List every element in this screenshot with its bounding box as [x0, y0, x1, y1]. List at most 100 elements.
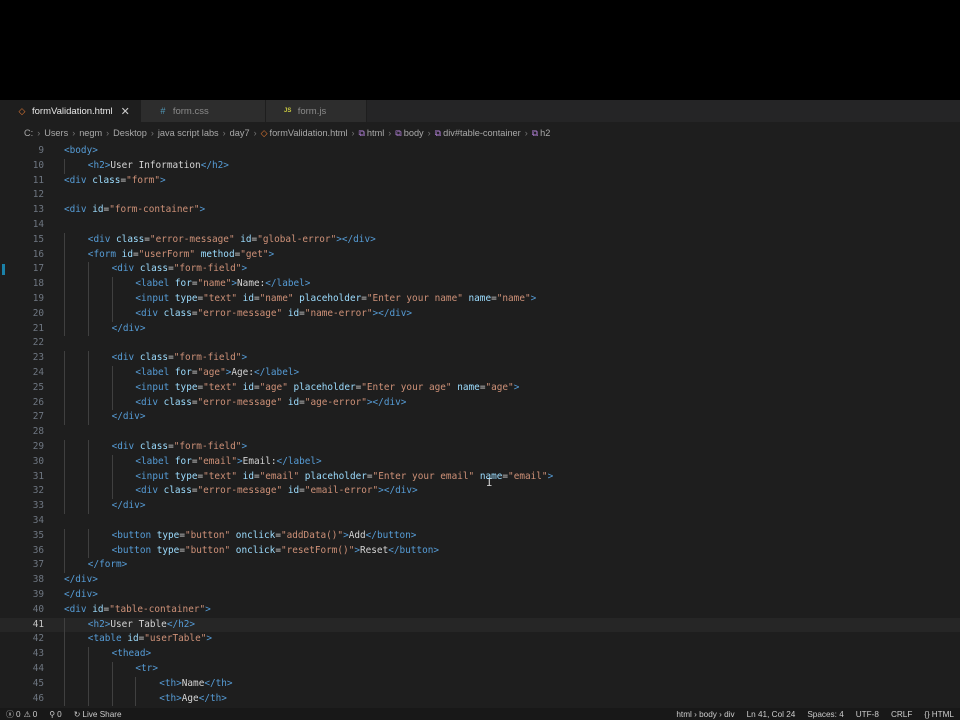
breadcrumb-item[interactable]: ◇ formValidation.html	[261, 128, 348, 139]
code-token: "table-container"	[109, 603, 206, 615]
code-line[interactable]: 26 <div class="error-message" id="age-err…	[0, 395, 960, 411]
code-line[interactable]: 21 </div>	[0, 321, 960, 337]
code-line[interactable]: 37 </form>	[0, 558, 960, 574]
code-line[interactable]: 41 <h2>User Table</h2>	[0, 617, 960, 633]
code-token: "Enter your name"	[366, 293, 463, 304]
indent-guide	[87, 306, 89, 322]
code-token: >	[513, 381, 520, 393]
code-line[interactable]: 40 <div id="table-container">	[0, 603, 960, 618]
breadcrumb-item[interactable]: negm	[79, 128, 102, 138]
encoding[interactable]: UTF-8	[850, 710, 885, 719]
indent-guide	[135, 691, 137, 707]
tab-label: form.css	[172, 105, 209, 117]
breadcrumb-item[interactable]: ⧉ div#table-container	[435, 128, 521, 139]
breadcrumb-item[interactable]: Desktop	[113, 128, 147, 138]
breadcrumb-label: body	[403, 128, 424, 138]
tab-formvalidation-html[interactable]: ◇ formValidation.html ✕	[0, 100, 141, 122]
code-line[interactable]: 38 </div>	[0, 573, 960, 588]
breadcrumb-item[interactable]: C:	[24, 128, 33, 138]
code-token: "name-error"	[304, 307, 373, 319]
line-number: 17	[32, 263, 44, 275]
code-editor[interactable]: I 9 <body> 10 <h2>User Information</h2> 11 <d…	[0, 144, 960, 708]
code-line[interactable]: 11 <div class="form">	[0, 174, 960, 189]
code-line[interactable]: 27 </div>	[0, 410, 960, 426]
code-line[interactable]: 16 <form id="userForm" method="get">	[0, 247, 960, 263]
breadcrumb-item[interactable]: ⧉ html	[358, 128, 384, 139]
close-icon[interactable]: ✕	[121, 105, 130, 118]
code-line[interactable]: 19 <input type="text" id="name" placehold…	[0, 292, 960, 307]
indentation[interactable]: Spaces: 4	[801, 710, 849, 719]
line-number: 21	[32, 322, 44, 334]
line-number: 38	[32, 574, 44, 586]
code-line[interactable]: 29 <div class="form-field">	[0, 440, 960, 455]
code-line[interactable]: 20 <div class="error-message" id="name-er…	[0, 306, 960, 322]
code-token: placeholder	[293, 381, 356, 393]
code-line[interactable]: 30 <label for="email">Email:</label>	[0, 454, 960, 470]
chevron-right-icon: ›	[253, 128, 257, 138]
code-line[interactable]: 45 <th>Name</th>	[0, 676, 960, 692]
breadcrumb-item[interactable]: day7	[230, 128, 250, 138]
code-line[interactable]: 17 <div class="form-field">	[0, 262, 960, 278]
ports-indicator[interactable]: ⚲ 0	[43, 710, 67, 719]
code-line[interactable]: 42 <table id="userTable">	[0, 632, 960, 648]
code-line[interactable]: 12	[0, 188, 960, 203]
indent-guide	[111, 662, 113, 677]
code-text: <thead>	[112, 647, 152, 662]
line-number: 25	[32, 381, 44, 393]
indent-guide	[87, 469, 89, 485]
code-line[interactable]: 18 <label for="name">Name:</label>	[0, 277, 960, 292]
code-line[interactable]: 10 <h2>User Information</h2>	[0, 158, 960, 174]
element-path[interactable]: html › body › div	[670, 710, 740, 719]
indent-guide	[64, 277, 65, 292]
code-line[interactable]: 15 <div class="error-message" id="global-…	[0, 232, 960, 248]
breadcrumb-item[interactable]: Users	[44, 128, 68, 138]
code-line[interactable]: 34	[0, 514, 960, 529]
code-line[interactable]: 35 <button type="button" onclick="addData…	[0, 528, 960, 544]
code-token: "text"	[203, 470, 238, 482]
live-share-button[interactable]: ↻ Live Share	[68, 710, 128, 719]
code-line[interactable]: 28	[0, 425, 960, 440]
code-line[interactable]: 33 </div>	[0, 499, 960, 514]
code-line[interactable]: 36 <button type="button" onclick="resetFo…	[0, 543, 960, 559]
code-line[interactable]: 24 <label for="age">Age:</label>	[0, 366, 960, 381]
code-line[interactable]: 44 <tr>	[0, 662, 960, 677]
code-token: <div	[87, 233, 117, 245]
code-token: "Enter your age"	[361, 381, 452, 393]
breadcrumb-item[interactable]: java script labs	[158, 128, 219, 138]
code-line[interactable]: 9 <body>	[0, 144, 960, 159]
tab-form-css[interactable]: # form.css	[140, 100, 266, 122]
code-token: "form-field"	[173, 441, 242, 452]
code-line[interactable]: 32 <div class="error-message" id="email-e…	[0, 484, 960, 500]
code-line[interactable]: 25 <input type="text" id="age" placeholde…	[0, 380, 960, 396]
code-line[interactable]: 39 </div>	[0, 588, 960, 603]
code-token: "age-error"	[304, 396, 367, 408]
code-line[interactable]: 13 <div id="form-container">	[0, 203, 960, 218]
code-token: </th>	[198, 692, 227, 704]
breadcrumb-label: C:	[24, 128, 34, 138]
code-line[interactable]: 14	[0, 218, 960, 233]
live-share-icon: ↻	[73, 709, 81, 719]
code-token: "name"	[259, 293, 294, 304]
code-token: </div>	[111, 411, 146, 423]
code-token: id	[287, 485, 300, 497]
line-number: 24	[32, 367, 44, 378]
tab-form-js[interactable]: JS form.js	[265, 100, 368, 122]
code-line[interactable]: 23 <div class="form-field">	[0, 351, 960, 366]
code-token: Name	[181, 677, 205, 689]
code-line[interactable]: 43 <thead>	[0, 647, 960, 662]
problems-indicator[interactable]: ⓧ 0 ⚠ 0	[0, 709, 43, 720]
tab-label: formValidation.html	[32, 105, 113, 117]
end-of-line[interactable]: CRLF	[885, 710, 918, 719]
language-mode[interactable]: {} HTML	[918, 710, 960, 719]
code-line[interactable]: 22	[0, 336, 960, 351]
code-text: <h2>User Table</h2>	[88, 618, 195, 633]
code-line[interactable]: 46 <th>Age</th>	[0, 691, 960, 707]
code-line[interactable]: 31 <input type="text" id="email" placehol…	[0, 469, 960, 485]
code-token: type	[174, 470, 198, 482]
cursor-position[interactable]: Ln 41, Col 24	[741, 710, 802, 719]
breadcrumb-item[interactable]: ⧉ body	[395, 128, 423, 139]
code-text: <form id="userForm" method="get">	[88, 248, 274, 263]
breadcrumb-item[interactable]: ⧉ h2	[532, 128, 551, 139]
line-number: 27	[32, 411, 44, 423]
code-token: Name:	[237, 278, 266, 290]
